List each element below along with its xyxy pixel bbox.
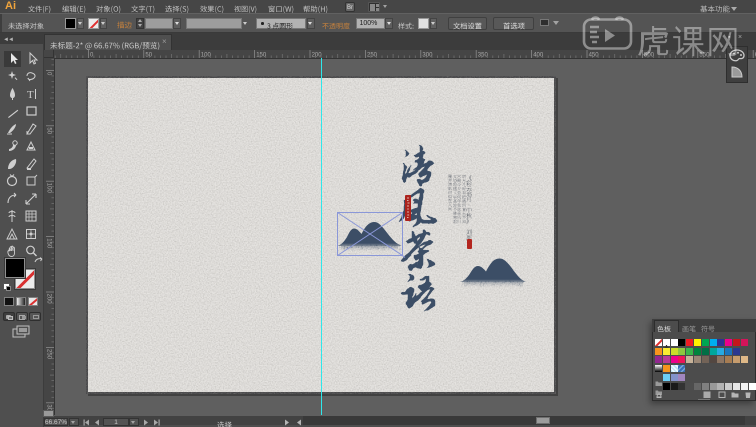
svg-text:250: 250 xyxy=(46,349,52,360)
svg-text:100: 100 xyxy=(46,183,52,194)
svg-text:150: 150 xyxy=(46,238,52,249)
svg-text:50: 50 xyxy=(46,127,52,134)
svg-text:200: 200 xyxy=(46,294,52,305)
svg-text:T: T xyxy=(27,89,34,101)
